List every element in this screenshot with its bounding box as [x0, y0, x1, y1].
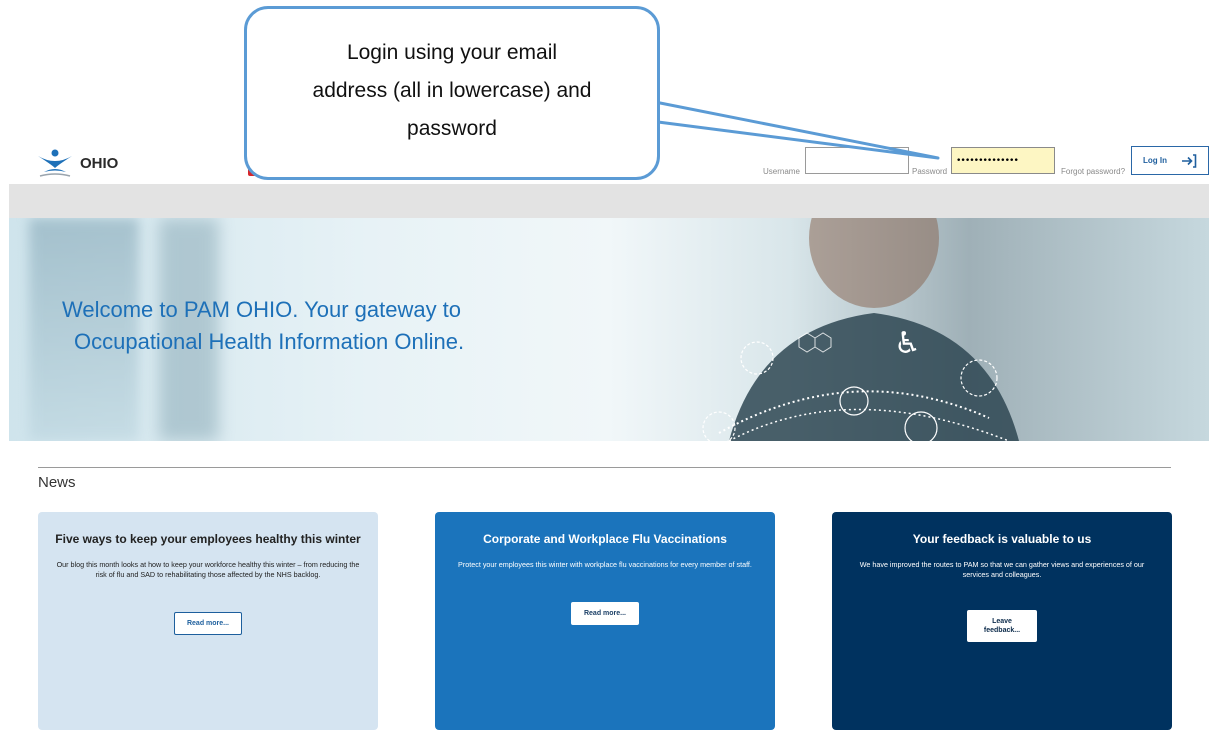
password-field-box: [951, 147, 1055, 174]
read-more-button[interactable]: Read more...: [570, 602, 639, 625]
read-more-button[interactable]: Read more...: [173, 612, 242, 635]
hero-health-icons-illustration: ♿: [702, 218, 1019, 441]
hero-line-2: Occupational Health Information Online.: [74, 329, 465, 354]
username-label: Username: [763, 167, 800, 176]
ohio-logo-icon: [38, 149, 72, 177]
login-button-label: Log In: [1143, 156, 1167, 165]
callout-line-3: password: [407, 117, 497, 140]
hero-welcome-text: Welcome to PAM OHIO. Your gateway to Occ…: [62, 294, 464, 358]
card-title: Your feedback is valuable to us: [912, 532, 1092, 546]
password-label: Password: [912, 167, 948, 176]
hero-banner: ♿ Welcome to PAM OHIO. Your gateway to O…: [9, 218, 1209, 441]
leave-feedback-button[interactable]: Leave feedback...: [967, 610, 1037, 642]
nav-bar: [9, 184, 1209, 218]
news-card-flu-vaccinations: Corporate and Workplace Flu Vaccinations…: [435, 512, 775, 730]
news-card-feedback: Your feedback is valuable to us We have …: [832, 512, 1172, 730]
card-body: Our blog this month looks at how to keep…: [56, 560, 360, 579]
ohio-logo[interactable]: OHIO: [36, 146, 156, 180]
button-line-1: Leave: [992, 618, 1012, 625]
forgot-password-link[interactable]: Forgot password?: [1061, 167, 1125, 176]
password-input[interactable]: [952, 148, 1054, 173]
hero-line-1: Welcome to PAM OHIO. Your gateway to: [62, 297, 462, 322]
callout-line-1: Login using your email: [346, 41, 558, 64]
card-body: We have improved the routes to PAM so th…: [859, 560, 1145, 579]
logo-text: OHIO: [80, 154, 119, 172]
username-field-box: [805, 147, 909, 174]
callout-line-2: address (all in lowercase) and: [312, 79, 592, 102]
svg-text:♿: ♿: [894, 326, 921, 361]
login-arrow-icon: [1182, 153, 1197, 168]
news-card-winter-health: Five ways to keep your employees healthy…: [38, 512, 378, 730]
username-input[interactable]: [806, 148, 908, 173]
login-button[interactable]: Log In: [1131, 146, 1209, 175]
card-title: Five ways to keep your employees healthy…: [55, 532, 361, 546]
news-divider: [38, 467, 1171, 468]
page: Login using your email address (all in l…: [0, 0, 1209, 730]
news-heading: News: [38, 474, 76, 491]
card-body: Protect your employees this winter with …: [458, 560, 752, 569]
button-line-2: feedback...: [983, 627, 1021, 634]
card-title: Corporate and Workplace Flu Vaccinations: [483, 532, 727, 546]
login-instruction-callout: Login using your email address (all in l…: [244, 6, 660, 180]
